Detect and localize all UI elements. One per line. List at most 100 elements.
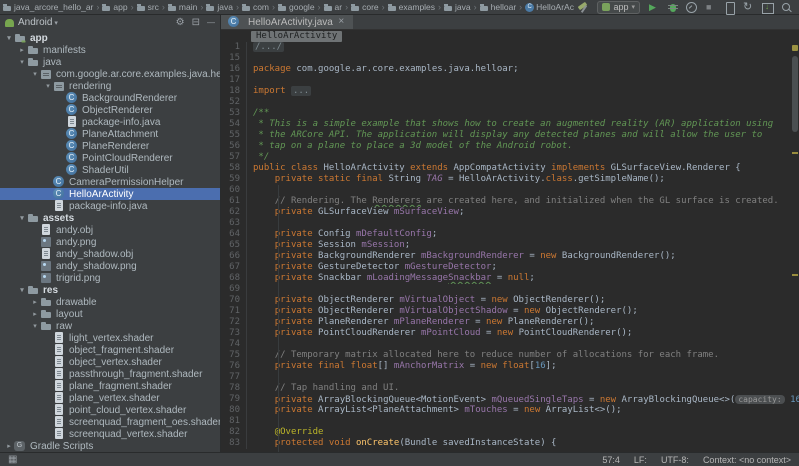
line-number[interactable]: 63	[221, 218, 247, 229]
nav-crumb-main[interactable]: main	[168, 2, 197, 12]
search-icon[interactable]	[778, 1, 795, 14]
encoding-widget[interactable]: UTF-8:	[661, 455, 689, 465]
line-number[interactable]: 77	[221, 372, 247, 383]
line-number[interactable]: 68	[221, 273, 247, 284]
nav-crumb-google[interactable]: google	[278, 2, 315, 12]
line-number[interactable]: 70	[221, 295, 247, 306]
nav-crumb-src[interactable]: src	[137, 2, 159, 12]
line-number[interactable]: 57	[221, 152, 247, 163]
run-icon[interactable]	[645, 1, 662, 14]
line-number[interactable]: 61	[221, 196, 247, 207]
nav-crumb-java[interactable]: java	[444, 2, 471, 12]
line-number[interactable]: 65	[221, 240, 247, 251]
nav-crumb-core[interactable]: core	[351, 2, 379, 12]
line-number[interactable]: 82	[221, 427, 247, 438]
tree-item-object-vertex-shader[interactable]: object_vertex.shader	[0, 356, 220, 368]
tree-item-plane-vertex-shader[interactable]: plane_vertex.shader	[0, 392, 220, 404]
nav-crumb-examples[interactable]: examples	[388, 2, 435, 12]
tree-item-gradle-scripts[interactable]: ▸Gradle Scripts	[0, 440, 220, 452]
tree-item-package-info-java[interactable]: package-info.java	[0, 116, 220, 128]
context-widget[interactable]: Context: <no context>	[703, 455, 791, 465]
line-number[interactable]: 71	[221, 306, 247, 317]
tree-item-object-fragment-shader[interactable]: object_fragment.shader	[0, 344, 220, 356]
line-number[interactable]: 66	[221, 251, 247, 262]
tree-item-rendering[interactable]: ▾rendering	[0, 80, 220, 92]
line-number[interactable]: 16	[221, 64, 247, 75]
tree-item-com-google-ar-core-examples-java-helloar[interactable]: ▾com.google.ar.core.examples.java.helloa…	[0, 68, 220, 80]
line-number[interactable]: 60	[221, 185, 247, 196]
editor-tab-helloaractivity[interactable]: HelloArActivity.java	[221, 15, 353, 29]
line-number[interactable]: 67	[221, 262, 247, 273]
nav-crumb-com[interactable]: com	[242, 2, 269, 12]
build-hammer-icon[interactable]	[575, 1, 592, 14]
expand-down-icon[interactable]: ▾	[30, 322, 40, 330]
tree-item-drawable[interactable]: ▸drawable	[0, 296, 220, 308]
tree-item-camerapermissionhelper[interactable]: CameraPermissionHelper	[0, 176, 220, 188]
expand-right-icon[interactable]: ▸	[4, 442, 14, 450]
stop-icon[interactable]	[702, 1, 719, 14]
line-number[interactable]: 53	[221, 108, 247, 119]
tree-item-planeattachment[interactable]: PlaneAttachment	[0, 128, 220, 140]
line-number[interactable]: 18	[221, 86, 247, 97]
expand-down-icon[interactable]: ▾	[17, 214, 27, 222]
line-number[interactable]: 62	[221, 207, 247, 218]
tree-item-app[interactable]: ▾app	[0, 32, 220, 44]
line-number[interactable]: 80	[221, 405, 247, 416]
caret-position-widget[interactable]: 57:4	[602, 455, 620, 465]
line-number[interactable]: 15	[221, 53, 247, 64]
tree-item-planerenderer[interactable]: PlaneRenderer	[0, 140, 220, 152]
line-separator-widget[interactable]: LF:	[634, 455, 647, 465]
expand-down-icon[interactable]: ▾	[4, 34, 14, 42]
tree-item-light-vertex-shader[interactable]: light_vertex.shader	[0, 332, 220, 344]
tree-item-objectrenderer[interactable]: ObjectRenderer	[0, 104, 220, 116]
line-number[interactable]: 64	[221, 229, 247, 240]
tool-window-switcher-icon[interactable]	[8, 454, 17, 465]
line-number[interactable]: 74	[221, 339, 247, 350]
tree-item-res[interactable]: ▾res	[0, 284, 220, 296]
tree-item-andy-shadow-png[interactable]: andy_shadow.png	[0, 260, 220, 272]
tree-item-package-info-java[interactable]: package-info.java	[0, 200, 220, 212]
profiler-icon[interactable]	[683, 1, 700, 14]
tree-item-java[interactable]: ▾java	[0, 56, 220, 68]
expand-down-icon[interactable]: ▾	[17, 58, 27, 66]
line-number[interactable]: 1	[221, 42, 247, 53]
expand-right-icon[interactable]: ▸	[30, 310, 40, 318]
warning-mark[interactable]	[792, 152, 798, 154]
tree-item-trigrid-png[interactable]: trigrid.png	[0, 272, 220, 284]
tree-item-passthrough-fragment-shader[interactable]: passthrough_fragment.shader	[0, 368, 220, 380]
line-number[interactable]: 83	[221, 438, 247, 449]
sync-project-icon[interactable]	[740, 1, 757, 14]
error-stripe[interactable]	[791, 42, 799, 452]
tree-item-shaderutil[interactable]: ShaderUtil	[0, 164, 220, 176]
tree-item-backgroundrenderer[interactable]: BackgroundRenderer	[0, 92, 220, 104]
line-number[interactable]: 81	[221, 416, 247, 427]
line-number[interactable]: 76	[221, 361, 247, 372]
line-number[interactable]: 52	[221, 97, 247, 108]
avd-manager-icon[interactable]	[721, 1, 738, 14]
sdk-manager-icon[interactable]	[759, 1, 776, 14]
line-number[interactable]: 58	[221, 163, 247, 174]
close-tab-icon[interactable]	[337, 16, 346, 28]
scrollbar-thumb[interactable]	[792, 56, 798, 132]
warning-mark[interactable]	[792, 274, 798, 276]
expand-down-icon[interactable]: ▾	[17, 286, 27, 294]
line-number[interactable]: 54	[221, 119, 247, 130]
tree-item-screenquad-vertex-shader[interactable]: screenquad_vertex.shader	[0, 428, 220, 440]
tree-item-pointcloudrenderer[interactable]: PointCloudRenderer	[0, 152, 220, 164]
nav-crumb-helloar[interactable]: helloar	[480, 2, 517, 12]
gear-icon[interactable]	[176, 15, 185, 30]
tree-item-raw[interactable]: ▾raw	[0, 320, 220, 332]
tree-item-screenquad-fragment-oes-shader[interactable]: screenquad_fragment_oes.shader	[0, 416, 220, 428]
line-number[interactable]: 72	[221, 317, 247, 328]
nav-crumb-java[interactable]: java	[206, 2, 233, 12]
code-editor[interactable]: 1/.../1516package com.google.ar.core.exa…	[221, 42, 799, 452]
line-number[interactable]: 59	[221, 174, 247, 185]
breadcrumb-class-chip[interactable]: HelloArActivity	[251, 31, 342, 42]
line-number[interactable]: 75	[221, 350, 247, 361]
nav-crumb-helloaractivity[interactable]: HelloArActivity	[525, 2, 574, 12]
nav-crumb-java_arcore_hello_ar[interactable]: java_arcore_hello_ar	[3, 2, 93, 12]
line-number[interactable]: 55	[221, 130, 247, 141]
expand-down-icon[interactable]: ▾	[30, 70, 40, 78]
expand-right-icon[interactable]: ▸	[30, 298, 40, 306]
line-number[interactable]: 56	[221, 141, 247, 152]
